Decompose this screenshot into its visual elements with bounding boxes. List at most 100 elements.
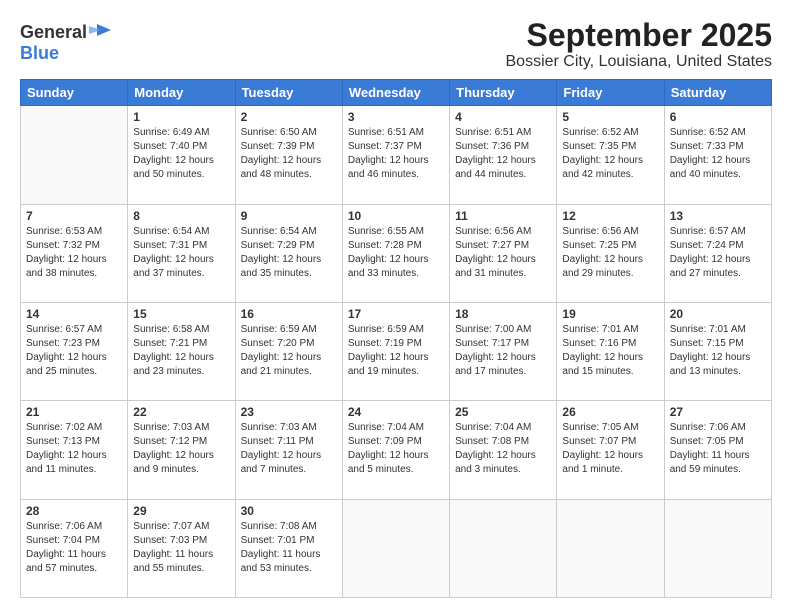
day-info: Sunrise: 7:05 AMSunset: 7:07 PMDaylight:… [562, 422, 643, 475]
day-info: Sunrise: 6:56 AMSunset: 7:25 PMDaylight:… [562, 226, 643, 279]
day-number: 26 [562, 405, 658, 419]
calendar-cell: 22 Sunrise: 7:03 AMSunset: 7:12 PMDayligh… [128, 401, 235, 499]
day-number: 24 [348, 405, 444, 419]
day-number: 23 [241, 405, 337, 419]
day-number: 17 [348, 307, 444, 321]
day-number: 12 [562, 209, 658, 223]
calendar-cell: 30 Sunrise: 7:08 AMSunset: 7:01 PMDayligh… [235, 499, 342, 597]
day-info: Sunrise: 6:54 AMSunset: 7:31 PMDaylight:… [133, 226, 214, 279]
calendar-cell: 26 Sunrise: 7:05 AMSunset: 7:07 PMDayligh… [557, 401, 664, 499]
weekday-header-saturday: Saturday [664, 80, 771, 106]
day-info: Sunrise: 7:02 AMSunset: 7:13 PMDaylight:… [26, 422, 107, 475]
logo: General Blue [20, 22, 111, 64]
weekday-header-thursday: Thursday [450, 80, 557, 106]
day-number: 29 [133, 504, 229, 518]
day-info: Sunrise: 7:06 AMSunset: 7:05 PMDaylight:… [670, 422, 750, 475]
calendar-cell [450, 499, 557, 597]
calendar-cell [342, 499, 449, 597]
day-number: 11 [455, 209, 551, 223]
day-number: 13 [670, 209, 766, 223]
day-number: 22 [133, 405, 229, 419]
day-info: Sunrise: 7:07 AMSunset: 7:03 PMDaylight:… [133, 521, 213, 574]
day-number: 19 [562, 307, 658, 321]
calendar-cell: 1 Sunrise: 6:49 AMSunset: 7:40 PMDaylight… [128, 106, 235, 204]
day-info: Sunrise: 7:01 AMSunset: 7:15 PMDaylight:… [670, 324, 751, 377]
calendar-cell [557, 499, 664, 597]
day-number: 7 [26, 209, 122, 223]
day-info: Sunrise: 6:52 AMSunset: 7:35 PMDaylight:… [562, 127, 643, 180]
day-info: Sunrise: 6:51 AMSunset: 7:37 PMDaylight:… [348, 127, 429, 180]
calendar-cell: 21 Sunrise: 7:02 AMSunset: 7:13 PMDayligh… [21, 401, 128, 499]
month-title: September 2025 [506, 18, 773, 53]
day-number: 10 [348, 209, 444, 223]
day-info: Sunrise: 6:51 AMSunset: 7:36 PMDaylight:… [455, 127, 536, 180]
day-number: 8 [133, 209, 229, 223]
day-number: 20 [670, 307, 766, 321]
day-number: 5 [562, 110, 658, 124]
day-number: 28 [26, 504, 122, 518]
day-number: 30 [241, 504, 337, 518]
calendar-cell: 3Sunrise: 6:51 AMSunset: 7:37 PMDaylight… [342, 106, 449, 204]
calendar-cell [664, 499, 771, 597]
day-number: 1 [133, 110, 229, 124]
calendar-cell: 13 Sunrise: 6:57 AMSunset: 7:24 PMDayligh… [664, 204, 771, 302]
location-title: Bossier City, Louisiana, United States [506, 53, 773, 71]
day-number: 2 [241, 110, 337, 124]
day-number: 9 [241, 209, 337, 223]
weekday-header-wednesday: Wednesday [342, 80, 449, 106]
calendar-cell: 6 Sunrise: 6:52 AMSunset: 7:33 PMDaylight… [664, 106, 771, 204]
calendar-cell [21, 106, 128, 204]
day-info: Sunrise: 6:56 AMSunset: 7:27 PMDaylight:… [455, 226, 536, 279]
calendar-cell: 25Sunrise: 7:04 AMSunset: 7:08 PMDayligh… [450, 401, 557, 499]
day-info: Sunrise: 6:59 AMSunset: 7:20 PMDaylight:… [241, 324, 322, 377]
weekday-header-sunday: Sunday [21, 80, 128, 106]
day-info: Sunrise: 6:53 AMSunset: 7:32 PMDaylight:… [26, 226, 107, 279]
calendar-cell: 27 Sunrise: 7:06 AMSunset: 7:05 PMDayligh… [664, 401, 771, 499]
calendar-cell: 4 Sunrise: 6:51 AMSunset: 7:36 PMDaylight… [450, 106, 557, 204]
calendar-cell: 12 Sunrise: 6:56 AMSunset: 7:25 PMDayligh… [557, 204, 664, 302]
day-info: Sunrise: 6:52 AMSunset: 7:33 PMDaylight:… [670, 127, 751, 180]
day-number: 18 [455, 307, 551, 321]
day-info: Sunrise: 6:59 AMSunset: 7:19 PMDaylight:… [348, 324, 429, 377]
calendar-cell: 5 Sunrise: 6:52 AMSunset: 7:35 PMDaylight… [557, 106, 664, 204]
day-number: 14 [26, 307, 122, 321]
day-info: Sunrise: 7:04 AMSunset: 7:09 PMDaylight:… [348, 422, 429, 475]
day-number: 15 [133, 307, 229, 321]
calendar-cell: 11 Sunrise: 6:56 AMSunset: 7:27 PMDayligh… [450, 204, 557, 302]
day-info: Sunrise: 6:55 AMSunset: 7:28 PMDaylight:… [348, 226, 429, 279]
day-info: Sunrise: 7:03 AMSunset: 7:12 PMDaylight:… [133, 422, 214, 475]
title-block: September 2025 Bossier City, Louisiana, … [506, 18, 773, 71]
calendar-cell: 16 Sunrise: 6:59 AMSunset: 7:20 PMDayligh… [235, 302, 342, 400]
logo-blue-text: Blue [20, 43, 59, 64]
calendar-cell: 15 Sunrise: 6:58 AMSunset: 7:21 PMDayligh… [128, 302, 235, 400]
calendar-cell: 10 Sunrise: 6:55 AMSunset: 7:28 PMDayligh… [342, 204, 449, 302]
calendar-cell: 9 Sunrise: 6:54 AMSunset: 7:29 PMDaylight… [235, 204, 342, 302]
day-number: 6 [670, 110, 766, 124]
day-info: Sunrise: 6:57 AMSunset: 7:23 PMDaylight:… [26, 324, 107, 377]
day-number: 25 [455, 405, 551, 419]
day-number: 4 [455, 110, 551, 124]
calendar-cell: 2 Sunrise: 6:50 AMSunset: 7:39 PMDaylight… [235, 106, 342, 204]
day-info: Sunrise: 7:00 AMSunset: 7:17 PMDaylight:… [455, 324, 536, 377]
calendar-cell: 24 Sunrise: 7:04 AMSunset: 7:09 PMDayligh… [342, 401, 449, 499]
logo-icon [89, 22, 111, 38]
calendar-cell: 17 Sunrise: 6:59 AMSunset: 7:19 PMDayligh… [342, 302, 449, 400]
calendar-cell: 28Sunrise: 7:06 AMSunset: 7:04 PMDayligh… [21, 499, 128, 597]
day-info: Sunrise: 6:58 AMSunset: 7:21 PMDaylight:… [133, 324, 214, 377]
day-number: 21 [26, 405, 122, 419]
day-info: Sunrise: 6:49 AMSunset: 7:40 PMDaylight:… [133, 127, 214, 180]
calendar-cell: 18 Sunrise: 7:00 AMSunset: 7:17 PMDayligh… [450, 302, 557, 400]
day-info: Sunrise: 7:01 AMSunset: 7:16 PMDaylight:… [562, 324, 643, 377]
day-info: Sunrise: 6:50 AMSunset: 7:39 PMDaylight:… [241, 127, 322, 180]
day-info: Sunrise: 7:08 AMSunset: 7:01 PMDaylight:… [241, 521, 321, 574]
calendar-cell: 19 Sunrise: 7:01 AMSunset: 7:16 PMDayligh… [557, 302, 664, 400]
day-number: 16 [241, 307, 337, 321]
weekday-header-friday: Friday [557, 80, 664, 106]
calendar-cell: 7 Sunrise: 6:53 AMSunset: 7:32 PMDaylight… [21, 204, 128, 302]
day-info: Sunrise: 7:03 AMSunset: 7:11 PMDaylight:… [241, 422, 322, 475]
calendar-cell: 20 Sunrise: 7:01 AMSunset: 7:15 PMDayligh… [664, 302, 771, 400]
day-number: 27 [670, 405, 766, 419]
weekday-header-monday: Monday [128, 80, 235, 106]
day-info: Sunrise: 6:57 AMSunset: 7:24 PMDaylight:… [670, 226, 751, 279]
day-info: Sunrise: 6:54 AMSunset: 7:29 PMDaylight:… [241, 226, 322, 279]
